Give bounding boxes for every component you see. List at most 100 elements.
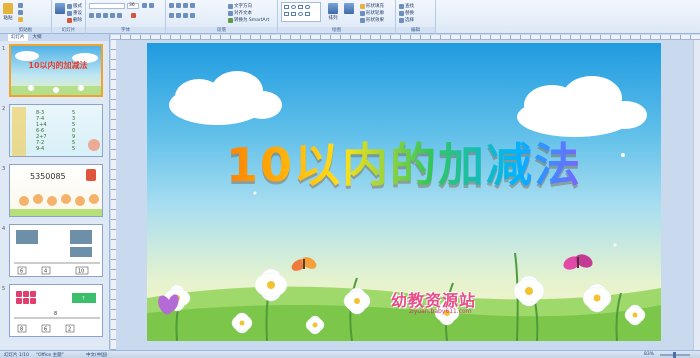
shadow-icon: [117, 13, 122, 18]
replace-button[interactable]: 替换: [399, 10, 414, 16]
quick-styles-icon: [344, 3, 354, 14]
number-box: 8: [20, 327, 23, 333]
grow-font-button[interactable]: [142, 3, 147, 8]
rectangle-shape-icon[interactable]: [284, 5, 289, 9]
align-center-button[interactable]: [176, 13, 181, 18]
justify-button[interactable]: [190, 13, 195, 18]
font-group: 36 字体: [86, 0, 166, 34]
quick-styles-button[interactable]: [344, 3, 354, 14]
font-size-combo[interactable]: 36: [127, 3, 139, 9]
number-box: 4: [44, 269, 47, 275]
font-color-button[interactable]: [131, 13, 136, 18]
thumbnail-slide-4[interactable]: 6 4 10: [9, 224, 103, 277]
shadow-button[interactable]: [117, 13, 122, 18]
bold-button[interactable]: [89, 13, 94, 18]
slide-number: 5: [2, 286, 6, 292]
shape-outline-icon: [360, 10, 365, 16]
underline-button[interactable]: [103, 13, 108, 18]
slide-number: 3: [2, 166, 6, 172]
thumbnail-slide-5[interactable]: ? 8 8 6 2: [9, 284, 103, 337]
thumbnail-slide-3[interactable]: 5350085: [9, 164, 103, 217]
clipboard-group: 粘贴 剪贴板: [0, 0, 52, 34]
new-slide-button[interactable]: [55, 3, 65, 14]
clipboard-group-label: 剪贴板: [0, 27, 51, 33]
decrease-indent-icon: [183, 3, 188, 8]
find-button[interactable]: 查找: [399, 3, 414, 9]
copy-button[interactable]: [18, 10, 23, 15]
language-indicator[interactable]: 中文(中国): [86, 352, 108, 358]
slide-canvas[interactable]: 10以内的加减法 10以内的加减法 幼教资源站 ziyuan.baby611.c…: [147, 43, 661, 341]
zoom-slider-handle[interactable]: [673, 352, 676, 358]
thumbnail-2-art: 8-3 7-4 1+4 6-6 2+7 7-2 9-4 5 3 5 0 9 5 …: [12, 107, 100, 156]
triangle-shape-icon[interactable]: [291, 12, 296, 16]
zoom-level[interactable]: 83%: [644, 352, 654, 357]
shrink-font-icon: [149, 3, 154, 8]
butterfly-left: [291, 257, 317, 271]
font-name-combo[interactable]: [89, 3, 125, 9]
cut-icon: [18, 3, 23, 8]
unknown-box-label: ?: [82, 296, 85, 302]
line-shape-icon[interactable]: [298, 5, 303, 9]
paste-icon: [3, 3, 13, 14]
increase-indent-button[interactable]: [190, 3, 195, 8]
slides-group-label: 幻灯片: [52, 27, 85, 33]
star-shape-icon[interactable]: [298, 12, 303, 16]
callout-shape-icon[interactable]: [305, 12, 310, 16]
layout-button[interactable]: 版式: [67, 3, 82, 9]
reset-button[interactable]: 重设: [67, 10, 82, 16]
align-right-icon: [183, 13, 188, 18]
editing-group: 查找 替换 选择 编辑: [396, 0, 436, 34]
bullets-icon: [169, 3, 174, 8]
align-text-button[interactable]: 对齐文本: [228, 10, 252, 16]
tab-slides[interactable]: 幻灯片: [8, 34, 28, 41]
shape-outline-button[interactable]: 形状轮廓: [360, 10, 384, 16]
font-group-label: 字体: [86, 27, 165, 33]
editing-group-label: 编辑: [396, 27, 435, 33]
thumbnail-slide-1[interactable]: 10以内的加减法: [9, 44, 103, 97]
slide-title[interactable]: 10以内的加减法: [147, 129, 661, 195]
tab-outline[interactable]: 大纲: [30, 34, 45, 41]
new-slide-icon: [55, 3, 65, 14]
shape-fill-button[interactable]: 形状填充: [360, 3, 384, 9]
reset-icon: [67, 10, 72, 16]
number-box: 6: [44, 327, 47, 333]
drawing-group-label: 绘图: [278, 27, 395, 33]
arrow-shape-icon[interactable]: [284, 12, 289, 16]
shapes-gallery[interactable]: [281, 2, 321, 22]
align-text-icon: [228, 10, 233, 16]
thumbnail-slide-2[interactable]: 8-3 7-4 1+4 6-6 2+7 7-2 9-4 5 3 5 0 9 5 …: [9, 104, 103, 157]
status-bar: 幻灯片 1/10 "Office 主题" 中文(中国) 83%: [0, 350, 700, 358]
arrange-button[interactable]: 排列: [328, 3, 338, 21]
smartart-button[interactable]: 转换为 SmartArt: [228, 17, 269, 23]
bullets-button[interactable]: [169, 3, 174, 8]
top-number: 8: [54, 311, 57, 317]
format-painter-button[interactable]: [18, 17, 23, 22]
shape-fill-icon: [360, 3, 365, 9]
text-direction-button[interactable]: 文字方向: [228, 3, 252, 9]
paragraph-group: 文字方向 对齐文本 转换为 SmartArt 段落: [166, 0, 278, 34]
number-box: 2: [68, 327, 71, 333]
align-left-button[interactable]: [169, 13, 174, 18]
strikethrough-button[interactable]: [110, 13, 115, 18]
smartart-icon: [228, 17, 233, 23]
shape-effects-button[interactable]: 形状效果: [360, 17, 384, 23]
rounded-rect-shape-icon[interactable]: [305, 5, 310, 9]
ribbon: 粘贴 剪贴板 版式 重设 删除 幻灯片 36 字体 文字方向 对齐文本 转换为 …: [0, 0, 700, 34]
select-button[interactable]: 选择: [399, 17, 414, 23]
delete-button[interactable]: 删除: [67, 17, 82, 23]
paste-button[interactable]: 粘贴: [3, 3, 13, 21]
align-right-button[interactable]: [183, 13, 188, 18]
cut-button[interactable]: [18, 3, 23, 8]
strikethrough-icon: [110, 13, 115, 18]
numbering-button[interactable]: [176, 3, 181, 8]
italic-button[interactable]: [96, 13, 101, 18]
butterfly-right: [563, 254, 593, 270]
text-direction-icon: [228, 3, 233, 9]
number-box: 6: [20, 269, 23, 275]
oval-shape-icon[interactable]: [291, 5, 296, 9]
vertical-scrollbar[interactable]: [693, 40, 700, 350]
decrease-indent-button[interactable]: [183, 3, 188, 8]
find-icon: [399, 3, 404, 9]
shrink-font-button[interactable]: [149, 3, 154, 8]
slides-group: 版式 重设 删除 幻灯片: [52, 0, 86, 34]
